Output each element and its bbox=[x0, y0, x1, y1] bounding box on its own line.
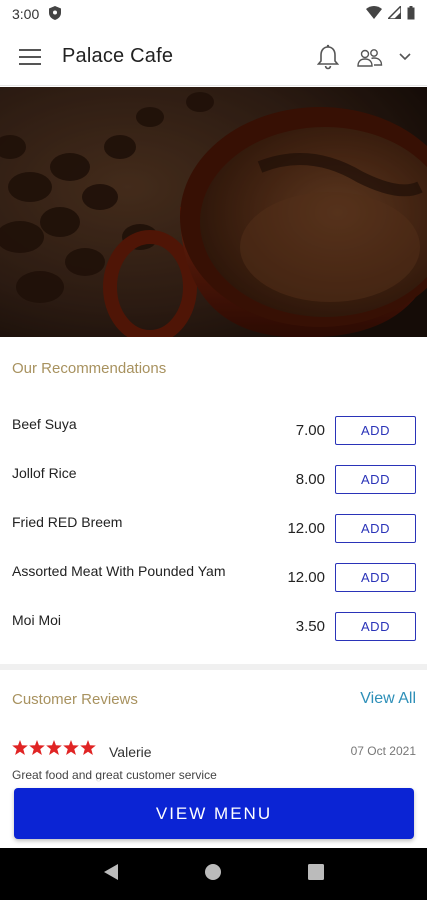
signal-icon bbox=[386, 4, 402, 22]
item-price: 12.00 bbox=[287, 520, 325, 537]
list-item: Beef Suya 7.00 ADD bbox=[0, 416, 427, 465]
star-icon bbox=[46, 740, 62, 755]
wifi-icon bbox=[366, 6, 382, 22]
item-price: 7.00 bbox=[295, 422, 325, 439]
home-icon[interactable] bbox=[204, 863, 222, 886]
item-price: 12.00 bbox=[287, 569, 325, 586]
item-name: Moi Moi bbox=[12, 612, 62, 628]
list-item: Fried RED Breem 12.00 ADD bbox=[0, 514, 427, 563]
app-actions bbox=[311, 40, 415, 74]
back-icon[interactable] bbox=[103, 863, 119, 886]
list-item: Assorted Meat With Pounded Yam 12.00 ADD bbox=[0, 563, 427, 612]
reviews-title: Customer Reviews bbox=[12, 691, 138, 708]
view-all-link[interactable]: View All bbox=[360, 690, 416, 708]
status-bar: 3:00 bbox=[0, 0, 427, 28]
add-button[interactable]: ADD bbox=[335, 416, 416, 445]
app-title: Palace Cafe bbox=[62, 45, 174, 67]
add-button[interactable]: ADD bbox=[335, 514, 416, 543]
list-item: Moi Moi 3.50 ADD bbox=[0, 612, 427, 661]
reviews-section: Customer Reviews View All Valerie 07 Oct… bbox=[0, 670, 427, 790]
recommendations-section: Our Recommendations Beef Suya 7.00 ADD J… bbox=[0, 338, 427, 664]
hero-image bbox=[0, 87, 427, 337]
view-menu-button[interactable]: VIEW MENU bbox=[14, 788, 414, 839]
item-name: Jollof Rice bbox=[12, 465, 77, 481]
recents-icon[interactable] bbox=[308, 863, 325, 885]
shield-icon bbox=[49, 5, 62, 23]
chevron-down-icon[interactable] bbox=[395, 40, 415, 74]
item-name: Fried RED Breem bbox=[12, 514, 123, 530]
coffee-cup-and-beans-photo bbox=[0, 87, 427, 337]
star-rating bbox=[12, 740, 96, 755]
add-button[interactable]: ADD bbox=[335, 612, 416, 641]
recommendations-list: Beef Suya 7.00 ADD Jollof Rice 8.00 ADD … bbox=[0, 416, 427, 661]
item-price: 3.50 bbox=[295, 618, 325, 635]
star-icon bbox=[12, 740, 28, 755]
list-item: Jollof Rice 8.00 ADD bbox=[0, 465, 427, 514]
recommendations-title: Our Recommendations bbox=[12, 360, 167, 377]
app-bar: Palace Cafe bbox=[0, 28, 427, 86]
account-switch-icon[interactable] bbox=[353, 40, 387, 74]
status-time: 3:00 bbox=[12, 6, 40, 22]
status-icons bbox=[366, 4, 415, 23]
reviewer-name: Valerie bbox=[109, 744, 152, 760]
add-button[interactable]: ADD bbox=[335, 465, 416, 494]
review-date: 07 Oct 2021 bbox=[350, 744, 416, 758]
bell-icon[interactable] bbox=[311, 40, 345, 74]
star-icon bbox=[63, 740, 79, 755]
hamburger-menu-icon[interactable] bbox=[12, 39, 48, 75]
navigation-bar bbox=[0, 848, 427, 900]
item-price: 8.00 bbox=[295, 471, 325, 488]
item-name: Assorted Meat With Pounded Yam bbox=[12, 563, 226, 579]
star-icon bbox=[80, 740, 96, 755]
battery-icon bbox=[407, 5, 415, 23]
star-icon bbox=[29, 740, 45, 755]
item-name: Beef Suya bbox=[12, 416, 77, 432]
add-button[interactable]: ADD bbox=[335, 563, 416, 592]
